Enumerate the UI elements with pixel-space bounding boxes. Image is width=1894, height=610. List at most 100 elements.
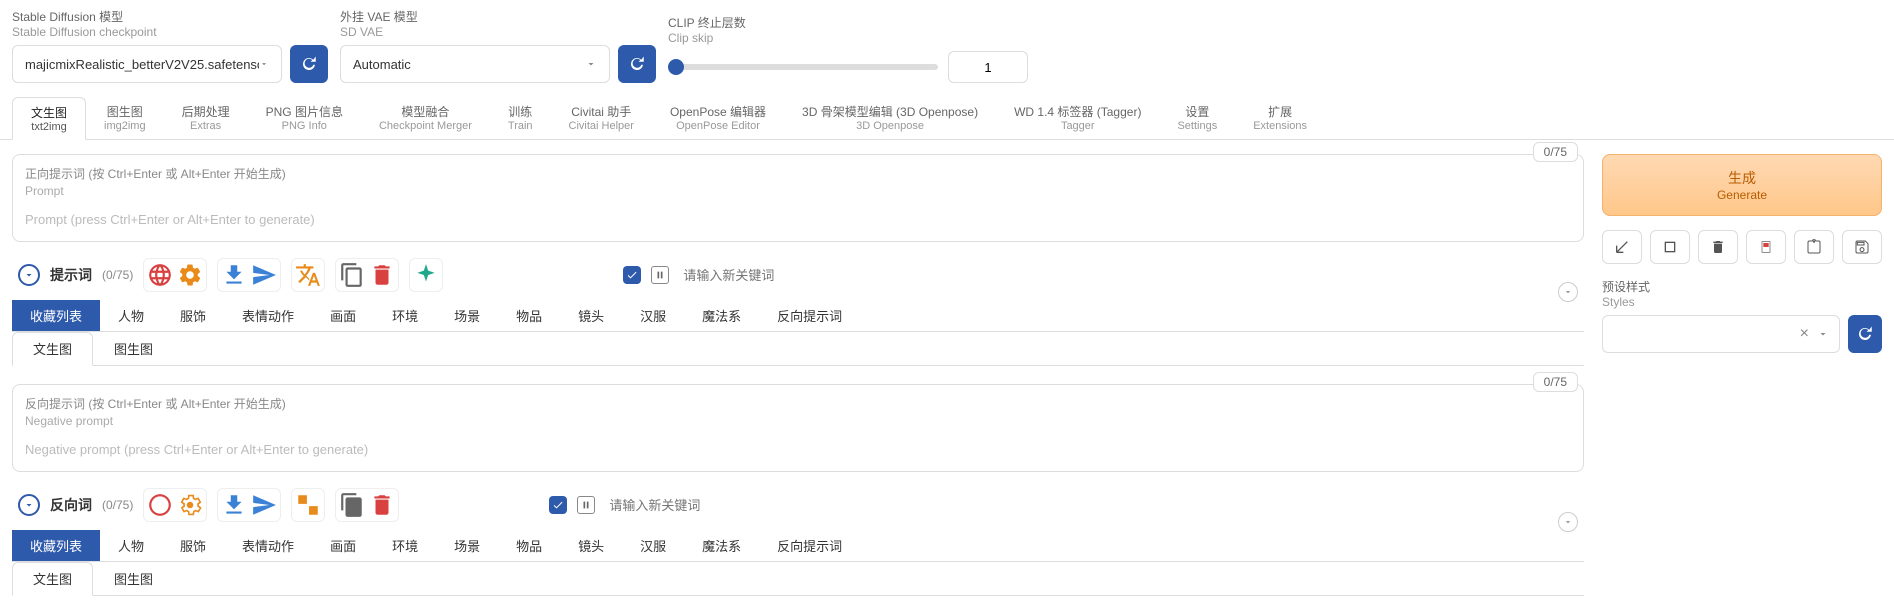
category-tab[interactable]: 画面	[312, 530, 374, 561]
send-button[interactable]	[251, 262, 277, 288]
category-tab[interactable]: 反向提示词	[759, 300, 860, 331]
tab-tagger[interactable]: WD 1.4 标签器 (Tagger)Tagger	[996, 97, 1159, 139]
generate-button[interactable]: 生成 Generate	[1602, 154, 1882, 216]
send-button[interactable]	[251, 492, 277, 518]
category-tab[interactable]: 表情动作	[224, 530, 312, 561]
sub-tab[interactable]: 文生图	[12, 562, 93, 596]
chevron-down-icon	[585, 58, 597, 70]
translate-icon	[295, 492, 321, 518]
column-icon	[651, 266, 669, 284]
translate-button[interactable]	[295, 262, 321, 288]
tab-extensions[interactable]: 扩展Extensions	[1235, 97, 1325, 139]
refresh-model-button[interactable]	[290, 45, 328, 83]
slider-thumb[interactable]	[668, 59, 684, 75]
ai-button[interactable]	[413, 262, 439, 288]
sd-model-dropdown[interactable]: majicmixRealistic_betterV2V25.safetensor…	[12, 45, 282, 83]
keyword-checkbox[interactable]	[549, 496, 567, 514]
prompt-toolbar-label: 提示词	[50, 265, 92, 285]
category-tab[interactable]: 汉服	[622, 300, 684, 331]
delete-button[interactable]	[369, 262, 395, 288]
category-tab[interactable]: 魔法系	[684, 530, 759, 561]
category-tab[interactable]: 物品	[498, 300, 560, 331]
negative-title-cn: 反向提示词 (按 Ctrl+Enter 或 Alt+Enter 开始生成)	[25, 395, 1571, 412]
style-button[interactable]	[1746, 230, 1786, 264]
category-tab[interactable]: 魔法系	[684, 300, 759, 331]
sub-tab[interactable]: 图生图	[93, 332, 174, 365]
category-tab[interactable]: 人物	[100, 300, 162, 331]
category-tab[interactable]: 镜头	[560, 300, 622, 331]
prompt-block: 0/75 正向提示词 (按 Ctrl+Enter 或 Alt+Enter 开始生…	[12, 154, 1584, 242]
sd-vae-label-en: SD VAE	[340, 25, 656, 39]
expand-toggle[interactable]	[1558, 512, 1578, 532]
tab-train[interactable]: 训练Train	[490, 97, 551, 139]
copy-button[interactable]	[339, 262, 365, 288]
prompt-textarea[interactable]: 正向提示词 (按 Ctrl+Enter 或 Alt+Enter 开始生成) Pr…	[12, 154, 1584, 242]
negative-prompt-block: 0/75 反向提示词 (按 Ctrl+Enter 或 Alt+Enter 开始生…	[12, 384, 1584, 472]
tab-img2img[interactable]: 图生图img2img	[86, 97, 164, 139]
globe-button[interactable]	[147, 492, 173, 518]
category-tab[interactable]: 物品	[498, 530, 560, 561]
category-tab[interactable]: 场景	[436, 300, 498, 331]
sub-tab[interactable]: 图生图	[93, 562, 174, 595]
generate-label-en: Generate	[1717, 188, 1767, 202]
sd-vae-dropdown[interactable]: Automatic	[340, 45, 610, 83]
prompt-placeholder: Prompt (press Ctrl+Enter or Alt+Enter to…	[25, 212, 1571, 227]
sub-tab[interactable]: 文生图	[12, 332, 93, 366]
tab-label-cn: 设置	[1177, 103, 1217, 120]
tab-openpose-editor[interactable]: OpenPose 编辑器OpenPose Editor	[652, 97, 784, 139]
category-tab[interactable]: 环境	[374, 300, 436, 331]
trash-button[interactable]	[1698, 230, 1738, 264]
save-button[interactable]	[1842, 230, 1882, 264]
tab-png-info[interactable]: PNG 图片信息PNG Info	[248, 97, 361, 139]
tab-checkpoint-merger[interactable]: 模型融合Checkpoint Merger	[361, 97, 490, 139]
negative-counter: 0/75	[1533, 372, 1578, 392]
negative-collapse-toggle[interactable]	[18, 494, 40, 516]
tab-txt2img[interactable]: 文生图txt2img	[12, 97, 86, 140]
tab-label-cn: Civitai 助手	[569, 103, 634, 120]
keyword-input[interactable]	[679, 264, 1578, 287]
prompt-collapse-toggle[interactable]	[18, 264, 40, 286]
tab-3d-openpose[interactable]: 3D 骨架模型编辑 (3D Openpose)3D Openpose	[784, 97, 996, 139]
delete-button[interactable]	[369, 492, 395, 518]
import-button[interactable]	[221, 262, 247, 288]
category-tab[interactable]: 镜头	[560, 530, 622, 561]
copy-button[interactable]	[339, 492, 365, 518]
refresh-vae-button[interactable]	[618, 45, 656, 83]
gear-button[interactable]	[177, 262, 203, 288]
clear-button[interactable]	[1650, 230, 1690, 264]
tab-settings[interactable]: 设置Settings	[1159, 97, 1235, 139]
gear-button[interactable]	[177, 492, 203, 518]
clear-styles-button[interactable]: ×	[1800, 325, 1809, 343]
keyword-checkbox[interactable]	[623, 266, 641, 284]
clip-skip-input[interactable]	[948, 51, 1028, 83]
prompt-toolbar: 提示词 (0/75)	[12, 250, 1584, 300]
refresh-styles-button[interactable]	[1848, 315, 1882, 353]
clipboard-button[interactable]	[1794, 230, 1834, 264]
category-tab[interactable]: 表情动作	[224, 300, 312, 331]
category-tab[interactable]: 画面	[312, 300, 374, 331]
tab-extras[interactable]: 后期处理Extras	[164, 97, 248, 139]
clip-skip-slider[interactable]	[668, 64, 938, 70]
category-tab[interactable]: 人物	[100, 530, 162, 561]
category-tab[interactable]: 环境	[374, 530, 436, 561]
category-tab[interactable]: 汉服	[622, 530, 684, 561]
globe-button[interactable]	[147, 262, 173, 288]
keyword-input[interactable]	[605, 494, 1578, 517]
styles-dropdown[interactable]: ×	[1602, 315, 1840, 353]
category-tab[interactable]: 服饰	[162, 530, 224, 561]
translate-button[interactable]	[295, 492, 321, 518]
square-icon	[1662, 239, 1678, 255]
tab-label-cn: 模型融合	[379, 103, 472, 120]
negative-textarea[interactable]: 反向提示词 (按 Ctrl+Enter 或 Alt+Enter 开始生成) Ne…	[12, 384, 1584, 472]
expand-toggle[interactable]	[1558, 282, 1578, 302]
tab-civitai-helper[interactable]: Civitai 助手Civitai Helper	[551, 97, 652, 139]
download-icon	[221, 492, 247, 518]
category-tab[interactable]: 场景	[436, 530, 498, 561]
arrow-button[interactable]	[1602, 230, 1642, 264]
category-tab[interactable]: 收藏列表	[12, 530, 100, 561]
category-tab[interactable]: 反向提示词	[759, 530, 860, 561]
negative-placeholder: Negative prompt (press Ctrl+Enter or Alt…	[25, 442, 1571, 457]
category-tab[interactable]: 服饰	[162, 300, 224, 331]
import-button[interactable]	[221, 492, 247, 518]
category-tab[interactable]: 收藏列表	[12, 300, 100, 331]
